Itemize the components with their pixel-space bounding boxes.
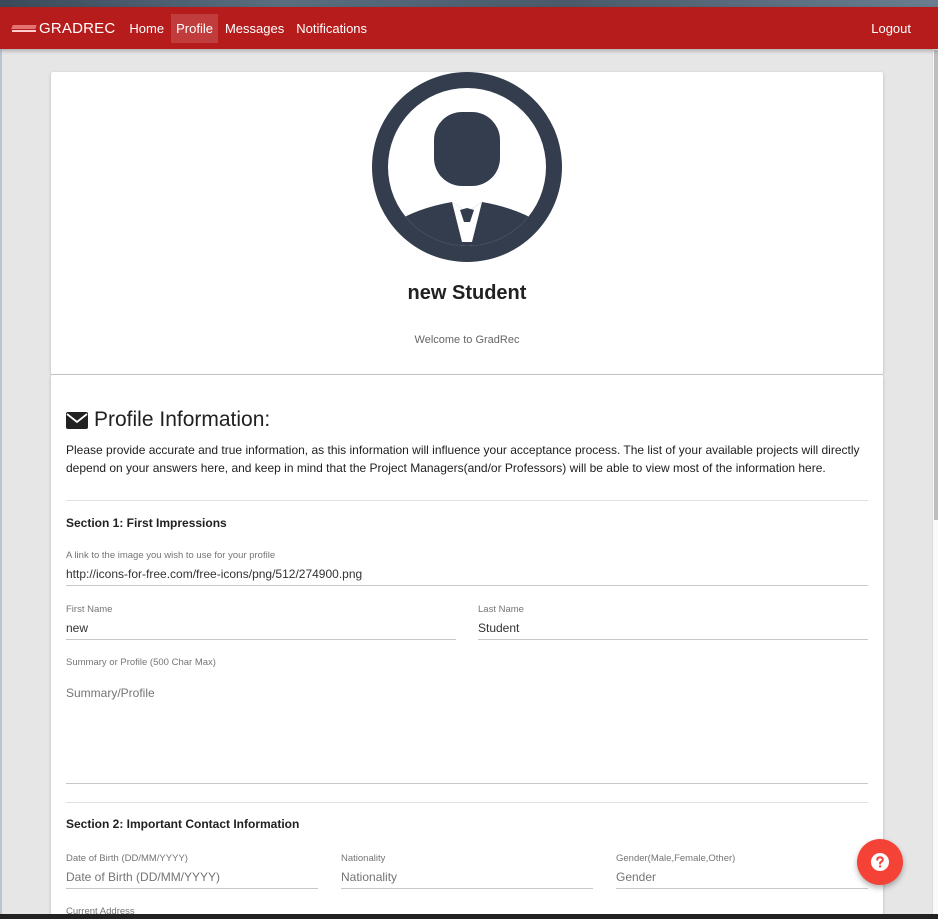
nav-home[interactable]: Home	[124, 14, 169, 43]
profile-card: new Student Welcome to GradRec	[51, 72, 883, 374]
first-name-label: First Name	[66, 604, 113, 615]
gender-field: Gender(Male,Female,Other)	[616, 853, 868, 889]
taskbar-strip	[0, 914, 938, 919]
nav-profile[interactable]: Profile	[171, 13, 218, 43]
scrollbar[interactable]	[932, 34, 938, 919]
last-name-input[interactable]	[478, 616, 868, 640]
profile-info-heading: Profile Information:	[66, 408, 270, 432]
dob-field: Date of Birth (DD/MM/YYYY)	[66, 853, 318, 889]
last-name-label: Last Name	[478, 604, 524, 615]
gender-input[interactable]	[616, 865, 868, 889]
divider	[66, 500, 868, 501]
profile-info-title: Profile Information:	[94, 408, 271, 431]
user-avatar-icon	[372, 72, 562, 262]
gender-label: Gender(Male,Female,Other)	[616, 853, 736, 864]
nationality-field: Nationality	[341, 853, 593, 889]
first-name-input[interactable]	[66, 616, 456, 640]
summary-field-label-wrap: Summary or Profile (500 Char Max)	[66, 657, 868, 669]
image-link-label: A link to the image you wish to use for …	[66, 550, 276, 561]
image-link-input[interactable]	[66, 562, 868, 586]
section1-title: Section 1: First Impressions	[66, 516, 227, 530]
brand[interactable]: GRADREC	[11, 19, 116, 37]
nationality-input[interactable]	[341, 865, 593, 889]
profile-form-card: Profile Information: Please provide accu…	[51, 375, 883, 919]
question-circle-icon	[871, 853, 889, 871]
envelope-icon	[66, 411, 88, 429]
navbar: GRADREC Home Profile Messages Notificati…	[0, 7, 938, 49]
first-name-field: First Name	[66, 604, 456, 640]
summary-textarea[interactable]	[66, 682, 868, 784]
dob-label: Date of Birth (DD/MM/YYYY)	[66, 853, 188, 864]
dob-input[interactable]	[66, 865, 318, 889]
section2-title: Section 2: Important Contact Information	[66, 817, 300, 831]
logout-link[interactable]: Logout	[866, 14, 916, 43]
last-name-field: Last Name	[478, 604, 868, 640]
profile-info-description: Please provide accurate and true informa…	[66, 443, 860, 475]
image-link-field: A link to the image you wish to use for …	[66, 550, 868, 586]
nav-messages[interactable]: Messages	[220, 14, 289, 43]
divider	[66, 802, 868, 803]
brand-name: GRADREC	[39, 19, 116, 37]
nav-notifications[interactable]: Notifications	[291, 14, 372, 43]
student-name: new Student	[407, 282, 527, 304]
nationality-label: Nationality	[341, 853, 386, 864]
brand-logo-icon	[11, 23, 37, 33]
summary-label: Summary or Profile (500 Char Max)	[66, 657, 216, 668]
window-edge	[0, 49, 2, 919]
help-button[interactable]	[857, 839, 903, 885]
welcome-text: Welcome to GradRec	[414, 334, 520, 346]
scrollbar-thumb[interactable]	[934, 50, 938, 520]
browser-top-strip	[0, 0, 938, 7]
